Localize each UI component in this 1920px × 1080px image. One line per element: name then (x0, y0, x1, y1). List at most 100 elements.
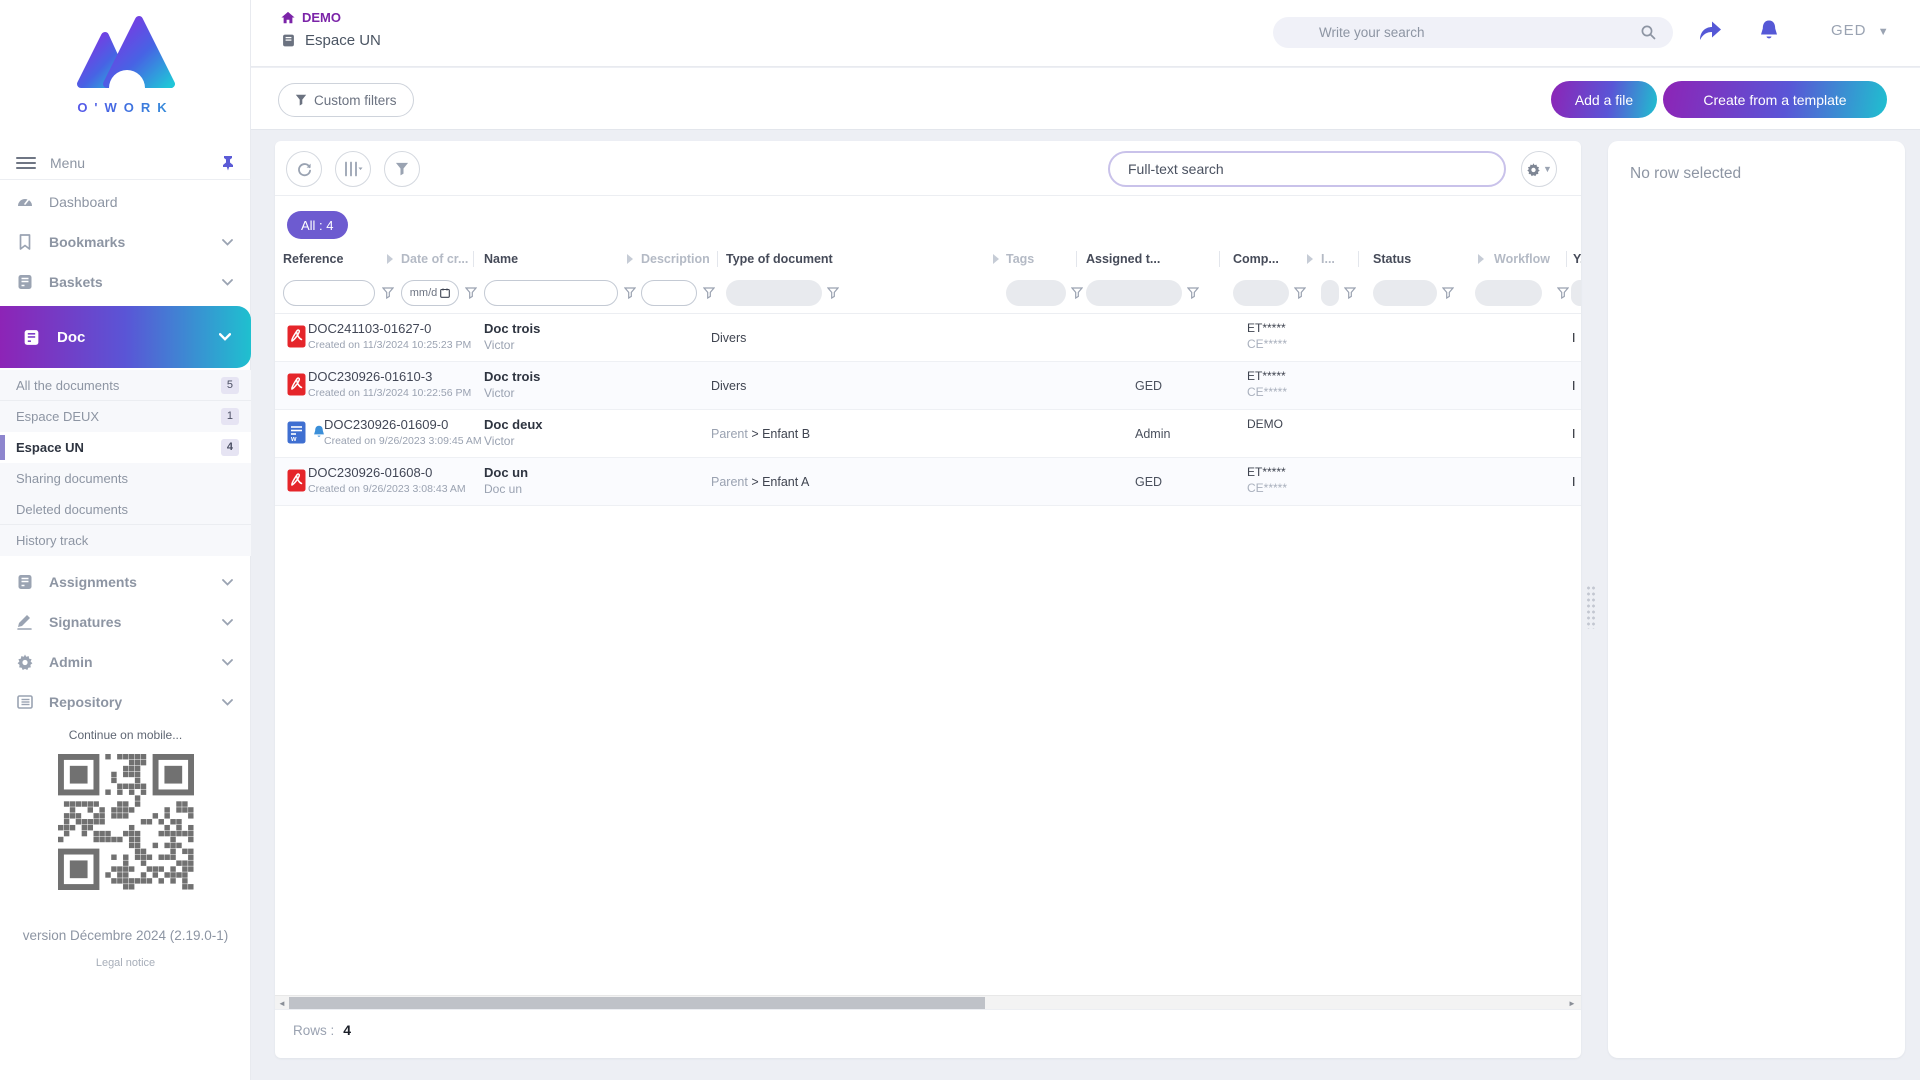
column-header-reference[interactable]: Reference (283, 252, 343, 266)
column-filter-icon[interactable] (624, 287, 636, 299)
sidebar-item-deleted-documents[interactable]: Deleted documents (0, 494, 251, 525)
scrollbar-thumb[interactable] (289, 997, 985, 1009)
scroll-left-arrow[interactable]: ◄ (275, 996, 289, 1010)
column-header-name[interactable]: Name (484, 252, 518, 266)
column-filter-icon[interactable] (1187, 287, 1199, 299)
column-header-company[interactable]: Comp... (1233, 252, 1279, 266)
legal-notice-link[interactable]: Legal notice (0, 957, 251, 969)
date-filter-input[interactable]: mm/d (401, 280, 459, 306)
fulltext-search-input[interactable] (1108, 151, 1506, 187)
table-row[interactable]: DOC230926-01608-0 Created on 9/26/2023 3… (275, 458, 1581, 506)
description-filter-input[interactable] (641, 280, 697, 306)
reference-filter-input[interactable] (283, 280, 375, 306)
expand-column-icon[interactable] (993, 254, 999, 264)
assigned-cell: GED (1135, 379, 1162, 393)
sidebar-item-label: Baskets (49, 274, 222, 290)
document-name: Doc trois (484, 321, 540, 336)
table-row[interactable]: w DOC230926-01609-0 Created on 9/26/2023… (275, 410, 1581, 458)
column-header-tags[interactable]: Tags (1006, 252, 1034, 266)
sidebar-item-bookmarks[interactable]: Bookmarks (0, 222, 251, 262)
notifications-bell-icon[interactable] (1756, 18, 1782, 45)
column-filter-icon[interactable] (465, 287, 477, 299)
reference-filter-field[interactable] (284, 281, 374, 305)
qr-code (58, 754, 194, 890)
description-filter-field[interactable] (642, 281, 696, 305)
document-subtitle: Victor (484, 434, 543, 448)
sidebar-item-all-documents[interactable]: All the documents 5 (0, 370, 251, 401)
column-filter-icon[interactable] (703, 287, 715, 299)
document-reference: DOC230926-01610-3 (308, 369, 471, 384)
svg-text:w: w (290, 436, 297, 443)
name-cell: Doc trois Victor (484, 321, 540, 352)
column-header-workflow[interactable]: Workflow (1494, 252, 1550, 266)
horizontal-scrollbar[interactable]: ◄ ► (275, 995, 1581, 1009)
sidebar-item-doc[interactable]: Doc (0, 306, 251, 368)
word-file-icon: w (287, 421, 306, 444)
sidebar-item-sharing-documents[interactable]: Sharing documents (0, 463, 251, 494)
name-filter-field[interactable] (485, 281, 617, 305)
pdf-file-icon (287, 325, 306, 348)
column-header-type-of-document[interactable]: Type of document (726, 252, 833, 266)
column-header-date-of-creation[interactable]: Date of cr... (401, 252, 468, 266)
column-filter-icon[interactable] (1344, 287, 1356, 299)
sidebar-item-espace-deux[interactable]: Espace DEUX 1 (0, 401, 251, 432)
refresh-button[interactable] (286, 151, 322, 187)
column-header-assigned-to[interactable]: Assigned t... (1086, 252, 1160, 266)
sidebar-item-history-track[interactable]: History track (0, 525, 251, 556)
chevron-down-icon: ▼ (1878, 26, 1890, 38)
column-filter-icon[interactable] (1442, 287, 1454, 299)
global-search-input[interactable] (1273, 17, 1673, 48)
sidebar-item-espace-un[interactable]: Espace UN 4 (0, 432, 251, 463)
breadcrumb-root[interactable]: DEMO (281, 10, 381, 25)
column-header-y[interactable]: Y... (1573, 252, 1581, 266)
add-file-button[interactable]: Add a file (1551, 81, 1657, 118)
sidebar-item-admin[interactable]: Admin (0, 642, 251, 682)
breadcrumb-current-label: Espace UN (305, 32, 381, 49)
name-filter-input[interactable] (484, 280, 618, 306)
name-cell: Doc deux Victor (484, 417, 543, 448)
table-row[interactable]: DOC241103-01627-0 Created on 11/3/2024 1… (275, 314, 1581, 362)
document-subtitle: Doc un (484, 482, 528, 496)
pin-icon[interactable] (221, 155, 235, 171)
user-menu[interactable]: GED ▼ (1831, 22, 1890, 39)
column-header-status[interactable]: Status (1373, 252, 1411, 266)
grid-settings-button[interactable]: ▼ (1521, 151, 1557, 187)
columns-button[interactable] (335, 151, 371, 187)
custom-filters-button[interactable]: Custom filters (278, 83, 414, 117)
column-filter-icon[interactable] (827, 287, 839, 299)
sidebar-menu-row: Menu (0, 146, 251, 180)
filter-button[interactable] (384, 151, 420, 187)
expand-column-icon[interactable] (387, 254, 393, 264)
expand-column-icon[interactable] (1478, 254, 1484, 264)
search-icon[interactable] (1641, 25, 1656, 40)
count-badge: 5 (221, 377, 239, 394)
create-from-template-button[interactable]: Create from a template (1663, 81, 1887, 118)
column-filter-icon[interactable] (1557, 287, 1569, 299)
sidebar-item-baskets[interactable]: Baskets (0, 262, 251, 302)
tags-filter-input-disabled (1006, 280, 1066, 306)
panel-resize-handle[interactable] (1586, 585, 1596, 629)
column-filter-icon[interactable] (1294, 287, 1306, 299)
grid-empty-area (275, 506, 1581, 995)
column-filter-icon[interactable] (1071, 287, 1083, 299)
custom-filters-label: Custom filters (314, 93, 397, 108)
scroll-right-arrow[interactable]: ► (1565, 996, 1579, 1010)
column-header-i[interactable]: I... (1321, 252, 1335, 266)
expand-column-icon[interactable] (627, 254, 633, 264)
expand-column-icon[interactable] (1307, 254, 1313, 264)
sidebar-item-assignments[interactable]: Assignments (0, 562, 251, 602)
hamburger-icon[interactable] (16, 156, 36, 170)
column-filter-icon[interactable] (382, 287, 394, 299)
share-icon[interactable] (1696, 18, 1724, 44)
sidebar-item-dashboard[interactable]: Dashboard (0, 182, 251, 222)
tab-all[interactable]: All : 4 (287, 211, 348, 239)
sidebar-item-repository[interactable]: Repository (0, 682, 251, 722)
column-header-description[interactable]: Description (641, 252, 710, 266)
sidebar-item-signatures[interactable]: Signatures (0, 602, 251, 642)
table-row[interactable]: DOC230926-01610-3 Created on 11/3/2024 1… (275, 362, 1581, 410)
assigned-cell: Admin (1135, 427, 1170, 441)
grid-footer: Rows : 4 (275, 1009, 1581, 1050)
documents-grid-card: ▼ All : 4 Reference Date of cr... Name D… (275, 141, 1581, 1058)
pdf-file-icon (287, 469, 306, 492)
breadcrumb-current: Espace UN (281, 32, 381, 49)
